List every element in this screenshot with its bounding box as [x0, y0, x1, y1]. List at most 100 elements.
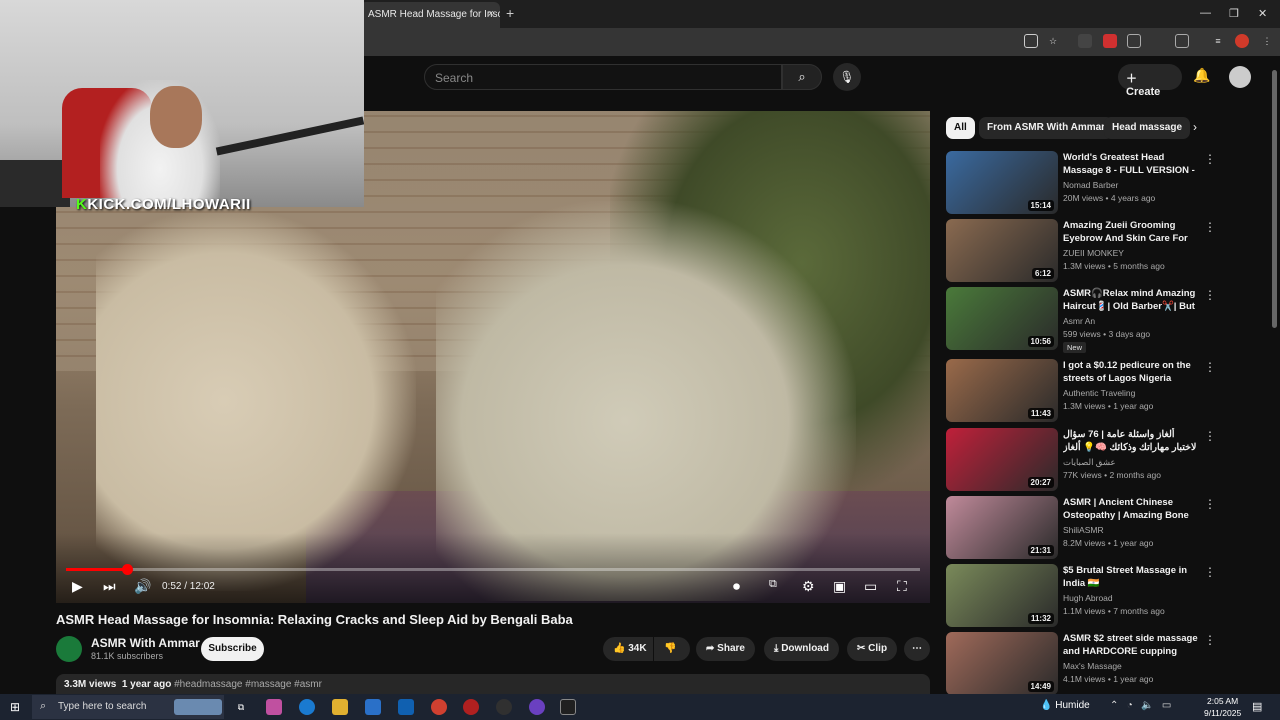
copilot-icon[interactable] — [266, 699, 282, 715]
more-options-icon[interactable]: ⋮ — [1204, 497, 1216, 511]
description-box[interactable]: 3.3M views 1 year ago #headmassage #mass… — [56, 674, 930, 696]
recommendation-item[interactable]: 6:12 Amazing Zueii Grooming Eyebrow And S… — [946, 219, 1218, 283]
search-input[interactable]: Search — [424, 64, 782, 90]
install-app-icon[interactable] — [1024, 34, 1038, 48]
extension-icon[interactable] — [1127, 34, 1141, 48]
video-thumbnail[interactable]: 10:56 — [946, 287, 1058, 350]
recommendation-title[interactable]: ألغاز واسئلة عامة | 76 سؤال لاختبار مهار… — [1063, 428, 1199, 454]
clip-button[interactable]: ✂ Clip — [847, 637, 898, 661]
reading-list-icon[interactable]: ≡ — [1211, 34, 1225, 48]
maximize-icon[interactable]: ❐ — [1229, 7, 1239, 20]
create-button[interactable]: ＋ Create — [1118, 64, 1182, 98]
app-icon[interactable] — [560, 699, 576, 715]
app-icon[interactable] — [529, 699, 545, 715]
close-window-icon[interactable]: ✕ — [1258, 7, 1267, 20]
recommendation-channel[interactable]: Max's Massage — [1063, 661, 1122, 671]
search-icon[interactable]: ⌕ — [782, 64, 822, 90]
more-options-icon[interactable]: ⋮ — [1204, 429, 1216, 443]
recommendation-title[interactable]: ASMR $2 street side massage and HARDCORE… — [1063, 632, 1199, 658]
recommendation-channel[interactable]: ShiliASMR — [1063, 525, 1104, 535]
recommendation-title[interactable]: $5 Brutal Street Massage in India 🇮🇳 — [1063, 564, 1199, 590]
recommendation-item[interactable]: 20:27 ألغاز واسئلة عامة | 76 سؤال لاختبار… — [946, 428, 1218, 492]
more-actions-icon[interactable]: ⋯ — [904, 637, 930, 661]
edge-icon[interactable] — [299, 699, 315, 715]
more-options-icon[interactable]: ⋮ — [1204, 152, 1216, 166]
subtitles-icon[interactable]: ⧉ — [769, 578, 777, 591]
account-avatar[interactable] — [1229, 66, 1251, 88]
video-thumbnail[interactable]: 21:31 — [946, 496, 1058, 559]
taskbar-clock[interactable]: 2:05 AM 9/11/2025 — [1204, 695, 1241, 719]
recommendation-channel[interactable]: Hugh Abroad — [1063, 593, 1113, 603]
recommendation-title[interactable]: I got a $0.12 pedicure on the streets of… — [1063, 359, 1199, 385]
more-options-icon[interactable]: ⋮ — [1204, 288, 1216, 302]
recommendation-item[interactable]: 10:56 ASMR🎧Relax mind Amazing Haircut💈| O… — [946, 287, 1218, 353]
channel-avatar[interactable] — [56, 636, 82, 662]
more-options-icon[interactable]: ⋮ — [1204, 633, 1216, 647]
chip-from-channel[interactable]: From ASMR With Ammar — [979, 117, 1114, 139]
extension-icon[interactable] — [1078, 34, 1092, 48]
recommendation-channel[interactable]: عشق الصبايات — [1063, 457, 1116, 468]
recommendation-title[interactable]: ASMR | Ancient Chinese Osteopathy | Amaz… — [1063, 496, 1199, 522]
play-icon[interactable]: ▶ — [72, 578, 83, 595]
outlook-icon[interactable] — [398, 699, 414, 715]
recommendation-item[interactable]: 15:14 World's Greatest Head Massage 8 - F… — [946, 151, 1218, 215]
notifications-bell-icon[interactable]: 🔔 — [1193, 67, 1210, 84]
share-button[interactable]: ➦ Share — [696, 637, 755, 661]
progress-bar[interactable] — [66, 564, 920, 575]
video-thumbnail[interactable]: 11:32 — [946, 564, 1058, 627]
chip-all[interactable]: All — [946, 117, 975, 139]
new-tab-icon[interactable]: + — [506, 5, 514, 21]
app-icon[interactable] — [463, 699, 479, 715]
next-icon[interactable]: ⏭ — [103, 578, 116, 595]
theater-mode-icon[interactable]: ▭ — [864, 578, 877, 595]
settings-gear-icon[interactable]: ⚙ — [802, 578, 815, 595]
profile-avatar-icon[interactable] — [1235, 34, 1249, 48]
video-thumbnail[interactable]: 6:12 — [946, 219, 1058, 282]
browser-tab[interactable]: ASMR Head Massage for Insomnia × — [360, 2, 500, 28]
search-highlight-icon[interactable] — [174, 699, 222, 715]
chrome-icon[interactable] — [431, 699, 447, 715]
subscribe-button[interactable]: Subscribe — [201, 637, 264, 661]
microphone-icon[interactable]: 🎙 — [833, 63, 861, 91]
video-thumbnail[interactable]: 20:27 — [946, 428, 1058, 491]
recommendation-title[interactable]: ASMR🎧Relax mind Amazing Haircut💈| Old Ba… — [1063, 287, 1199, 313]
video-thumbnail[interactable]: 15:14 — [946, 151, 1058, 214]
system-tray[interactable]: ⌃ ◔ 🔈 ▭ — [1110, 700, 1171, 711]
recommendation-title[interactable]: Amazing Zueii Grooming Eyebrow And Skin … — [1063, 219, 1199, 245]
file-explorer-icon[interactable] — [332, 699, 348, 715]
chevron-up-icon[interactable]: ⌃ — [1110, 700, 1118, 711]
dislike-button[interactable]: 👎 — [654, 637, 690, 661]
volume-icon[interactable]: 🔈 — [1141, 700, 1153, 711]
recommendation-item[interactable]: 11:32 $5 Brutal Street Massage in India 🇮… — [946, 564, 1218, 628]
notifications-icon[interactable]: ▤ — [1252, 700, 1262, 713]
minimize-icon[interactable]: — — [1200, 7, 1211, 19]
recommendation-channel[interactable]: Asmr An — [1063, 316, 1095, 326]
recommendation-item[interactable]: 11:43 I got a $0.12 pedicure on the stree… — [946, 359, 1218, 423]
obs-icon[interactable] — [496, 699, 512, 715]
chevron-right-icon[interactable]: › — [1193, 120, 1197, 134]
recommendation-channel[interactable]: Nomad Barber — [1063, 180, 1118, 190]
translate-icon[interactable] — [1151, 34, 1165, 48]
tab-close-icon[interactable]: × — [488, 8, 494, 20]
recommendation-title[interactable]: World's Greatest Head Massage 8 - FULL V… — [1063, 151, 1199, 177]
recommendation-channel[interactable]: Authentic Traveling — [1063, 388, 1135, 398]
volume-icon[interactable]: 🔊 — [134, 578, 151, 595]
bookmark-star-icon[interactable]: ☆ — [1046, 34, 1060, 48]
miniplayer-icon[interactable]: ▣ — [833, 578, 846, 595]
recommendation-channel[interactable]: ZUEII MONKEY — [1063, 248, 1124, 258]
task-view-icon[interactable]: ⧉ — [233, 699, 249, 715]
scrollbar[interactable] — [1272, 70, 1277, 328]
progress-scrubber[interactable] — [121, 564, 133, 575]
extensions-puzzle-icon[interactable] — [1175, 34, 1189, 48]
autoplay-toggle-icon[interactable]: ⏺ — [733, 578, 740, 595]
more-options-icon[interactable]: ⋮ — [1204, 565, 1216, 579]
recommendation-item[interactable]: 21:31 ASMR | Ancient Chinese Osteopathy |… — [946, 496, 1218, 560]
weather-widget[interactable]: 💧 Humide — [1040, 700, 1090, 711]
more-options-icon[interactable]: ⋮ — [1204, 220, 1216, 234]
video-thumbnail[interactable]: 14:49 — [946, 632, 1058, 695]
network-icon[interactable]: ◔ — [1127, 700, 1133, 711]
more-options-icon[interactable]: ⋮ — [1204, 360, 1216, 374]
windows-start-icon[interactable]: ⊞ — [10, 700, 20, 714]
download-button[interactable]: ⤓ Download — [764, 637, 839, 661]
battery-icon[interactable]: ▭ — [1162, 700, 1171, 711]
